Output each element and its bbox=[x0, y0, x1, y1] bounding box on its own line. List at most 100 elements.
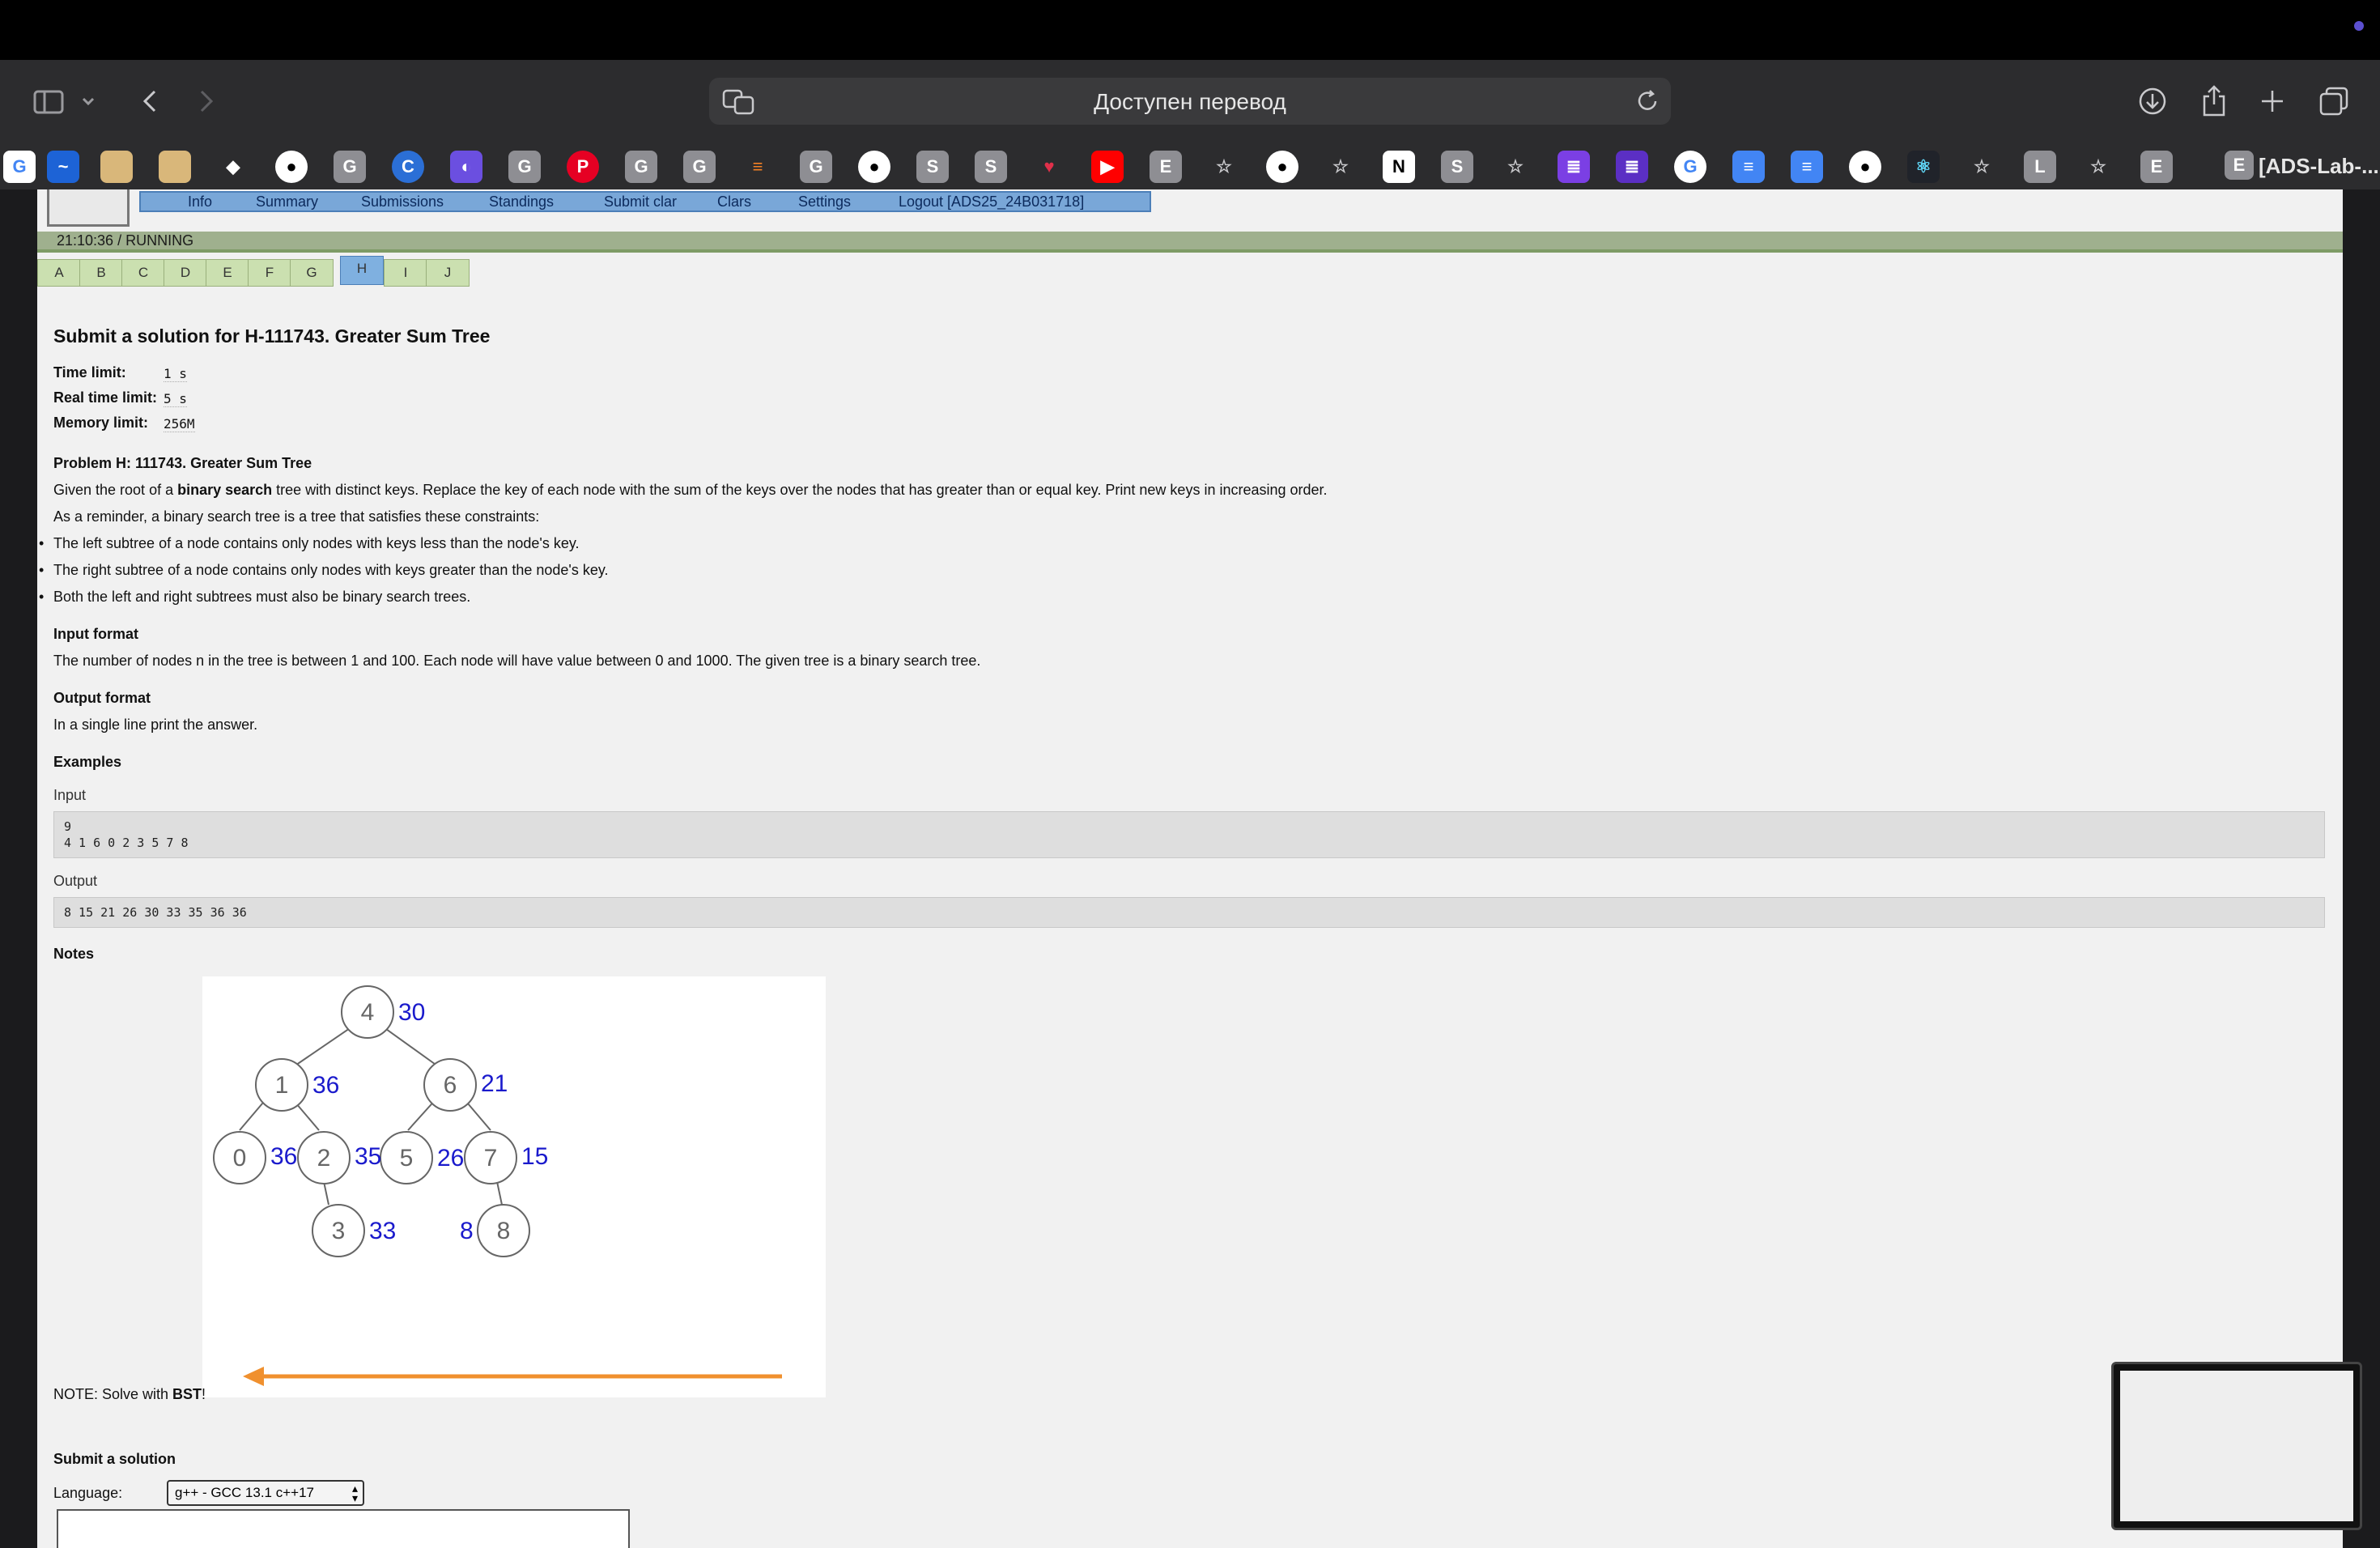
problem-title: Problem H: 111743. Greater Sum Tree bbox=[53, 455, 312, 471]
list-favicon[interactable]: ≣ bbox=[1558, 151, 1590, 183]
tab-favicon[interactable]: E bbox=[2225, 151, 2254, 180]
tab-d[interactable]: D bbox=[164, 259, 207, 287]
docs-favicon[interactable]: ≡ bbox=[1732, 151, 1765, 183]
nav-settings[interactable]: Settings bbox=[798, 194, 851, 211]
star-icon-4[interactable]: ☆ bbox=[1966, 151, 1998, 183]
docs-favicon-2[interactable]: ≡ bbox=[1791, 151, 1823, 183]
share-icon[interactable] bbox=[2194, 74, 2234, 128]
forward-icon[interactable] bbox=[186, 74, 227, 128]
star-icon-2[interactable]: ☆ bbox=[1324, 151, 1357, 183]
pinterest-favicon[interactable]: P bbox=[567, 151, 599, 183]
c-favicon[interactable]: C bbox=[392, 151, 424, 183]
star-icon-5[interactable]: ☆ bbox=[2082, 151, 2114, 183]
contest-status: 21:10:36 / RUNNING bbox=[57, 232, 194, 249]
notion-favicon[interactable]: N bbox=[1383, 151, 1415, 183]
bst-note: NOTE: Solve with BST! bbox=[53, 1386, 206, 1403]
github-favicon-3[interactable]: ● bbox=[1266, 151, 1298, 183]
language-select[interactable]: g++ - GCC 13.1 c++17 ▴ ▾ bbox=[167, 1480, 364, 1506]
tab-a[interactable]: A bbox=[37, 259, 81, 287]
nav-clars[interactable]: Clars bbox=[717, 194, 751, 211]
constraint-item: The right subtree of a node contains onl… bbox=[39, 562, 609, 579]
thumbnail-preview bbox=[2120, 1371, 2353, 1521]
note-pre: NOTE: Solve with bbox=[53, 1386, 173, 1402]
ejudge-logo bbox=[47, 189, 130, 227]
address-bar[interactable]: Доступен перевод bbox=[709, 78, 1671, 125]
tab-j[interactable]: J bbox=[426, 259, 470, 287]
bag-favicon[interactable]: ◆ bbox=[217, 151, 249, 183]
star-icon-3[interactable]: ☆ bbox=[1499, 151, 1532, 183]
download-icon[interactable] bbox=[2132, 74, 2173, 128]
bookmark-s[interactable]: S bbox=[916, 151, 949, 183]
tab-g[interactable]: G bbox=[290, 259, 334, 287]
reload-icon[interactable] bbox=[1634, 87, 1661, 115]
bookmark-g3[interactable]: G bbox=[625, 151, 657, 183]
star-icon[interactable]: ☆ bbox=[1208, 151, 1240, 183]
back-icon[interactable] bbox=[130, 74, 170, 128]
nav-info[interactable]: Info bbox=[188, 194, 212, 211]
github-favicon-2[interactable]: ● bbox=[858, 151, 890, 183]
tab-e[interactable]: E bbox=[206, 259, 249, 287]
tab-overview-icon[interactable] bbox=[2314, 74, 2354, 128]
tab-f[interactable]: F bbox=[248, 259, 291, 287]
new-tab-icon[interactable] bbox=[2252, 74, 2293, 128]
nav-standings[interactable]: Standings bbox=[489, 194, 554, 211]
react-favicon[interactable]: ⚛ bbox=[1907, 151, 1940, 183]
output-format-title: Output format bbox=[53, 690, 151, 706]
tab-h[interactable]: H bbox=[340, 256, 384, 285]
memory-limit-value: 256M bbox=[164, 416, 195, 432]
node-sum: 21 bbox=[481, 1070, 508, 1097]
active-tab-title[interactable]: [ADS-Lab-... bbox=[2259, 154, 2379, 179]
page-title: Submit a solution for H-111743. Greater … bbox=[53, 325, 491, 347]
image-favicon[interactable] bbox=[100, 151, 133, 183]
input-format-text: The number of nodes n in the tree is bet… bbox=[53, 653, 981, 669]
tab-b[interactable]: B bbox=[79, 259, 123, 287]
real-time-limit-label: Real time limit: bbox=[53, 389, 158, 406]
node-sum: 15 bbox=[521, 1143, 548, 1170]
bookmark-g5[interactable]: G bbox=[800, 151, 832, 183]
tab-i[interactable]: I bbox=[384, 259, 427, 287]
tab-c[interactable]: C bbox=[121, 259, 165, 287]
bookmark-g2[interactable]: G bbox=[508, 151, 541, 183]
cloud-favicon[interactable]: ~ bbox=[47, 151, 79, 183]
bookmark-s2[interactable]: S bbox=[975, 151, 1007, 183]
note-post: ! bbox=[202, 1386, 206, 1402]
heart-favicon[interactable]: ♥ bbox=[1033, 151, 1065, 183]
node-key: 8 bbox=[497, 1218, 511, 1244]
github-favicon-4[interactable]: ● bbox=[1849, 151, 1881, 183]
node-sum: 36 bbox=[312, 1072, 339, 1099]
sidebar-toggle-icon[interactable] bbox=[29, 74, 70, 128]
bookmark-g4[interactable]: G bbox=[683, 151, 716, 183]
example-input-line: 9 bbox=[64, 819, 72, 834]
nav-summary[interactable]: Summary bbox=[256, 194, 318, 211]
google-favicon-2[interactable]: G bbox=[1674, 151, 1706, 183]
stackoverflow-favicon[interactable]: ≡ bbox=[742, 151, 774, 183]
chat-favicon[interactable]: ◐ bbox=[450, 151, 482, 183]
time-limit-label: Time limit: bbox=[53, 364, 126, 381]
example-output-label: Output bbox=[53, 873, 98, 889]
bookmark-l[interactable]: L bbox=[2024, 151, 2056, 183]
bookmark-g[interactable]: G bbox=[334, 151, 366, 183]
image-favicon-2[interactable] bbox=[159, 151, 191, 183]
source-code-textarea[interactable] bbox=[57, 1509, 630, 1548]
notes-title: Notes bbox=[53, 946, 95, 962]
tree-svg: 4 1 6 0 2 5 7 3 8 30 36 21 36 35 26 15 3… bbox=[213, 985, 782, 1386]
traversal-arrow bbox=[243, 1367, 782, 1386]
node-key: 1 bbox=[275, 1072, 289, 1099]
nav-submit-clar[interactable]: Submit clar bbox=[604, 194, 677, 211]
list-favicon-2[interactable]: ≣ bbox=[1616, 151, 1648, 183]
node-sum: 35 bbox=[355, 1143, 381, 1170]
youtube-favicon[interactable]: ▶ bbox=[1091, 151, 1124, 183]
example-input-label: Input bbox=[53, 787, 87, 803]
constraint-item: Both the left and right subtrees must al… bbox=[39, 589, 470, 606]
constraint-item: The left subtree of a node contains only… bbox=[39, 535, 579, 552]
bookmark-e[interactable]: E bbox=[1150, 151, 1182, 183]
chevron-down-icon[interactable] bbox=[76, 74, 100, 128]
github-favicon[interactable]: ● bbox=[275, 151, 308, 183]
select-arrows-icon: ▴ ▾ bbox=[351, 1482, 358, 1504]
nav-submissions[interactable]: Submissions bbox=[361, 194, 444, 211]
nav-logout[interactable]: Logout [ADS25_24B031718] bbox=[899, 194, 1084, 211]
screenshot-thumbnail[interactable] bbox=[2111, 1362, 2362, 1530]
bookmark-s3[interactable]: S bbox=[1441, 151, 1473, 183]
google-favicon[interactable]: G bbox=[3, 151, 36, 183]
bookmark-e2[interactable]: E bbox=[2140, 151, 2173, 183]
